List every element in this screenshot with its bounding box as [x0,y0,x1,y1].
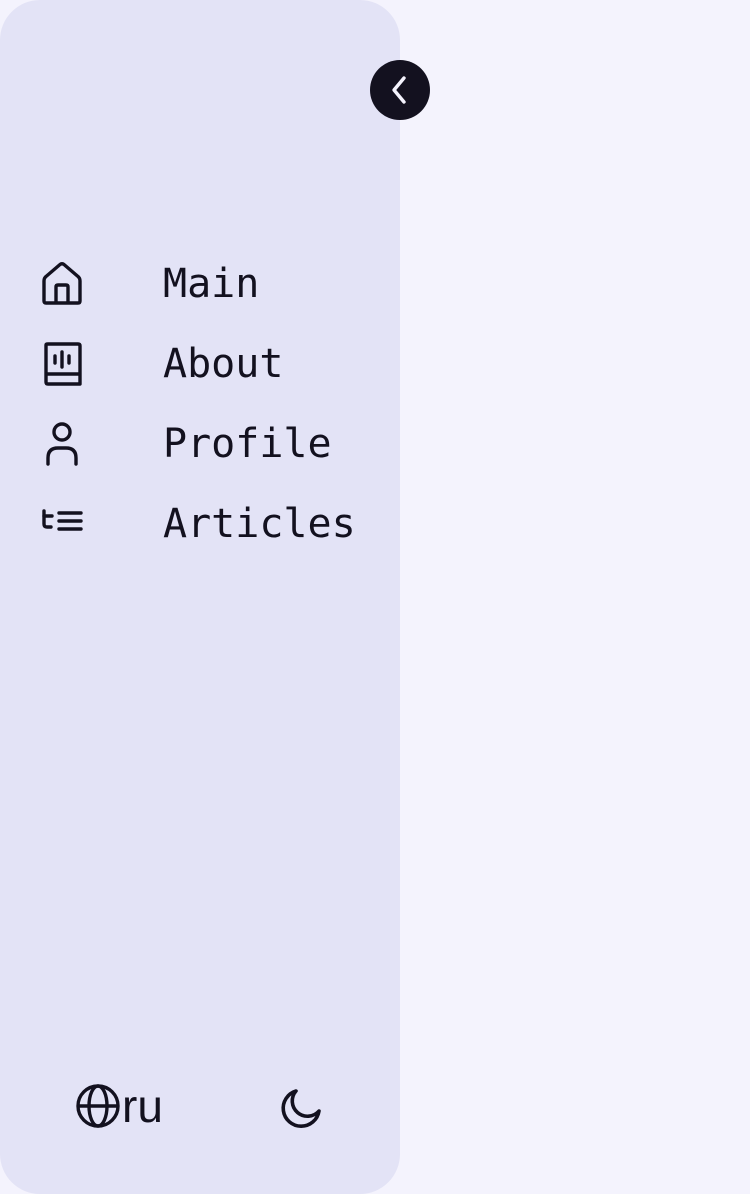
theme-toggle-button[interactable] [274,1082,326,1134]
sidebar-item-label: About [163,341,284,387]
sidebar-item-about[interactable]: About [0,324,400,404]
globe-icon [76,1084,120,1128]
sidebar-item-label: Articles [163,501,356,547]
language-label: ru [122,1080,163,1132]
user-icon [40,421,86,467]
list-icon [40,501,86,547]
chevron-left-icon [392,76,406,104]
sidebar-item-main[interactable]: Main [0,244,400,324]
language-switcher[interactable]: ru [74,1078,163,1134]
sidebar: Main About Profile Articles ru [0,0,430,1194]
sidebar-footer: ru [0,1072,400,1136]
moon-icon [281,1089,321,1128]
sidebar-item-profile[interactable]: Profile [0,404,400,484]
collapse-sidebar-button[interactable] [370,60,430,120]
sidebar-item-label: Main [163,261,260,307]
sidebar-item-articles[interactable]: Articles [0,484,400,564]
sidebar-item-label: Profile [163,421,332,467]
page: Main About Profile Articles ru [0,0,750,1194]
sidebar-nav: Main About Profile Articles [0,244,400,564]
home-icon [40,261,86,307]
book-icon [40,341,86,387]
